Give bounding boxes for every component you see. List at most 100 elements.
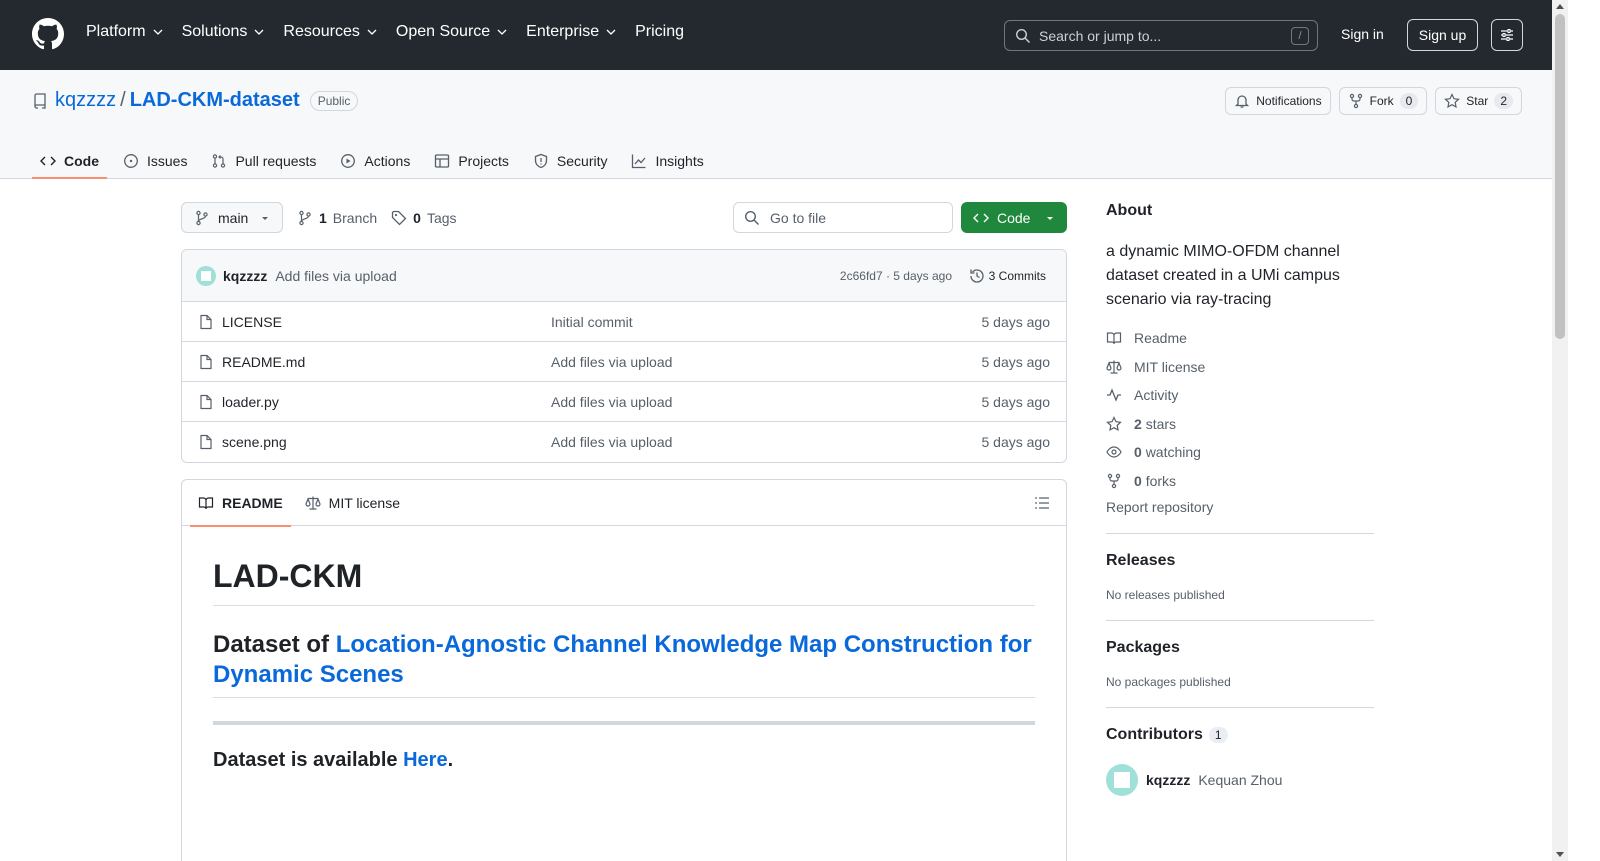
file-row[interactable]: LICENSE Initial commit 5 days ago — [182, 302, 1066, 342]
tab-code[interactable]: Code — [32, 142, 107, 179]
tab-insights[interactable]: Insights — [623, 142, 711, 179]
watching-link[interactable]: 0 watching — [1106, 438, 1374, 467]
search-shortcut-key: / — [1291, 27, 1309, 45]
file-name[interactable]: scene.png — [222, 434, 287, 450]
dataset-link[interactable]: Here — [403, 749, 447, 771]
tab-pull-requests[interactable]: Pull requests — [203, 142, 324, 179]
contributors-heading[interactable]: Contributors 1 — [1106, 726, 1374, 744]
commit-message[interactable]: Add files via upload — [275, 268, 396, 284]
nav-resources[interactable]: Resources — [283, 23, 377, 41]
nav-solutions[interactable]: Solutions — [182, 23, 266, 41]
forks-link[interactable]: 0 forks — [1106, 467, 1374, 496]
file-row[interactable]: loader.py Add files via upload 5 days ag… — [182, 382, 1066, 422]
chevron-down-icon — [153, 29, 163, 35]
tab-license[interactable]: MIT license — [297, 480, 408, 526]
fork-button[interactable]: Fork 0 — [1338, 87, 1428, 115]
file-row[interactable]: scene.png Add files via upload 5 days ag… — [182, 422, 1066, 462]
packages-empty-text: No packages published — [1106, 675, 1231, 689]
file-commit-message[interactable]: Add files via upload — [551, 434, 672, 450]
graph-icon — [632, 154, 646, 168]
notifications-button[interactable]: Notifications — [1225, 87, 1331, 115]
branch-selector[interactable]: main — [181, 202, 283, 233]
repo-owner-link[interactable]: kqzzzz — [55, 89, 116, 112]
eye-icon — [1106, 446, 1122, 458]
book-icon — [198, 496, 214, 509]
file-icon — [200, 434, 212, 450]
paper-link[interactable]: Location-Agnostic Channel Knowledge Map … — [213, 631, 1032, 688]
about-heading: About — [1106, 202, 1153, 219]
latest-commit: kqzzzz Add files via upload 2c66fd7 · 5 … — [182, 250, 1066, 302]
caret-down-icon — [1047, 216, 1053, 220]
global-nav: Platform Solutions Resources Open Source… — [86, 23, 702, 41]
stars-link[interactable]: 2 stars — [1106, 410, 1374, 439]
tab-actions[interactable]: Actions — [332, 142, 418, 179]
about-links: Readme MIT license Activity 2 stars 0 wa… — [1106, 324, 1374, 515]
file-commit-message[interactable]: Add files via upload — [551, 394, 672, 410]
avatar[interactable] — [1106, 764, 1138, 796]
releases-empty-text: No releases published — [1106, 588, 1225, 602]
law-icon — [305, 496, 321, 510]
sign-in-link[interactable]: Sign in — [1341, 26, 1384, 42]
tab-projects[interactable]: Projects — [426, 142, 517, 179]
file-row[interactable]: README.md Add files via upload 5 days ag… — [182, 342, 1066, 382]
license-link[interactable]: MIT license — [1106, 353, 1374, 382]
contributors-count: 1 — [1208, 727, 1228, 743]
sign-up-button[interactable]: Sign up — [1407, 19, 1478, 51]
file-icon — [200, 354, 212, 369]
github-logo-icon[interactable] — [32, 18, 64, 50]
branches-link[interactable]: 1 Branch — [297, 210, 377, 226]
nav-open-source[interactable]: Open Source — [396, 23, 508, 41]
activity-link[interactable]: Activity — [1106, 381, 1374, 410]
readme-subtitle: Dataset of Location-Agnostic Channel Kno… — [213, 630, 1035, 698]
code-icon — [40, 156, 56, 165]
tab-readme[interactable]: README — [190, 480, 291, 527]
contributor-item[interactable]: kqzzzz Kequan Zhou — [1106, 764, 1374, 796]
packages-heading[interactable]: Packages — [1106, 639, 1374, 657]
nav-platform[interactable]: Platform — [86, 23, 164, 41]
law-icon — [1106, 360, 1122, 374]
star-button[interactable]: Star 2 — [1435, 87, 1522, 115]
releases-section: Releases No releases published — [1106, 533, 1374, 602]
file-name[interactable]: LICENSE — [222, 314, 282, 330]
code-icon — [973, 213, 989, 222]
commit-author[interactable]: kqzzzz — [223, 268, 267, 284]
contributor-username[interactable]: kqzzzz — [1146, 772, 1190, 788]
repo-actions: Notifications Fork 0 Star 2 — [1225, 87, 1522, 115]
commit-hash-time[interactable]: 2c66fd7 · 5 days ago — [840, 269, 952, 283]
file-commit-message[interactable]: Add files via upload — [551, 354, 672, 370]
readme-panel: README MIT license LAD-CKM Dataset of Lo… — [181, 479, 1067, 861]
repo-name-link[interactable]: LAD-CKM-dataset — [130, 89, 300, 112]
repo-separator: / — [120, 89, 126, 111]
list-icon[interactable] — [1034, 495, 1050, 511]
readme-link[interactable]: Readme — [1106, 324, 1374, 353]
tags-link[interactable]: 0 Tags — [391, 210, 457, 226]
tab-issues[interactable]: Issues — [115, 142, 195, 179]
scroll-down-arrow-icon[interactable] — [1556, 852, 1564, 857]
file-commit-message[interactable]: Initial commit — [551, 314, 633, 330]
page-scrollbar[interactable] — [1552, 0, 1568, 861]
avatar[interactable] — [196, 265, 216, 286]
scrollbar-thumb[interactable] — [1555, 14, 1565, 339]
commits-link[interactable]: 3 Commits — [969, 268, 1046, 284]
go-to-file-input[interactable]: Go to file — [733, 202, 953, 233]
search-input[interactable]: Search or jump to... / — [1004, 20, 1318, 51]
readme-tabs: README MIT license — [182, 480, 1066, 527]
search-placeholder: Search or jump to... — [1039, 27, 1162, 44]
tab-security[interactable]: Security — [525, 142, 616, 179]
releases-heading[interactable]: Releases — [1106, 552, 1374, 570]
nav-pricing[interactable]: Pricing — [635, 23, 684, 41]
report-repository-link[interactable]: Report repository — [1106, 499, 1374, 515]
branch-name: main — [218, 209, 249, 226]
file-name[interactable]: loader.py — [222, 394, 279, 410]
readme-content: LAD-CKM Dataset of Location-Agnostic Cha… — [182, 526, 1066, 772]
code-dropdown-button[interactable]: Code — [961, 202, 1067, 233]
sliders-icon — [1501, 29, 1513, 41]
nav-enterprise[interactable]: Enterprise — [526, 23, 617, 41]
menu-button[interactable] — [1491, 19, 1523, 51]
file-icon — [200, 394, 212, 409]
visibility-badge: Public — [309, 90, 359, 111]
scroll-up-arrow-icon[interactable] — [1556, 4, 1564, 9]
chevron-down-icon — [606, 29, 616, 35]
file-name[interactable]: README.md — [222, 354, 305, 370]
caret-down-icon — [262, 216, 268, 220]
